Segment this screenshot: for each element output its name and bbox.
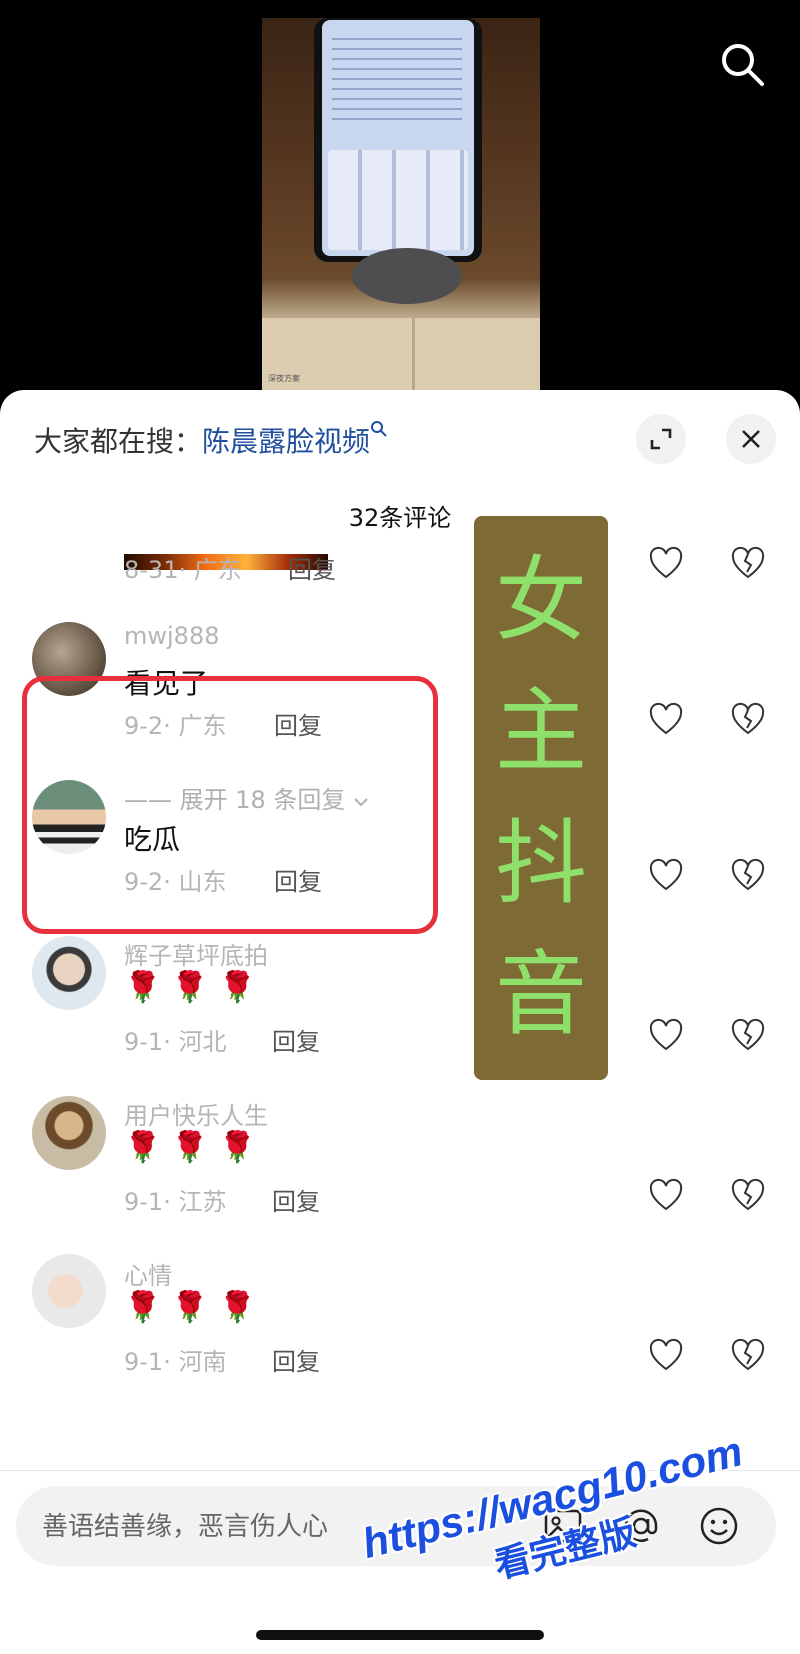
expand-button[interactable] — [636, 414, 686, 464]
comment-meta: 9-1· 江苏 — [124, 1188, 227, 1216]
video-frame: 深夜方案 — [262, 18, 540, 390]
comment-location: 广东 — [193, 556, 242, 584]
video-player[interactable]: 深夜方案 — [0, 0, 800, 400]
search-icon — [371, 421, 387, 437]
comment-location: 江苏 — [178, 1188, 227, 1216]
banner-char: 音 — [494, 940, 587, 1048]
broken-heart-icon[interactable] — [730, 858, 766, 894]
broken-heart-icon[interactable] — [730, 546, 766, 582]
phone-text-lines — [332, 30, 462, 120]
overlay-banner: 女 主 抖 音 — [474, 516, 608, 1080]
highlight-box — [22, 676, 438, 934]
trending-search[interactable]: 大家都在搜：陈晨露脸视频 — [34, 420, 388, 460]
comment-date: 9-1 — [124, 1348, 164, 1376]
broken-heart-icon[interactable] — [730, 702, 766, 738]
heart-outline-icon[interactable] — [648, 702, 684, 738]
reply-button[interactable]: 回复 — [272, 1342, 320, 1377]
comment-date: 9-1 — [124, 1028, 164, 1056]
comment-location: 河北 — [178, 1028, 227, 1056]
phone-screen — [322, 20, 474, 256]
heart-outline-icon[interactable] — [648, 858, 684, 894]
heart-outline-icon[interactable] — [648, 1338, 684, 1374]
comment-date: 9-1 — [124, 1188, 164, 1216]
banner-char: 主 — [494, 678, 587, 786]
reply-button[interactable]: 回复 — [288, 550, 336, 585]
comment-meta: 9-1· 河北 — [124, 1028, 227, 1056]
comment-count: 32条评论 — [348, 504, 452, 532]
book-shape — [262, 318, 540, 390]
avatar[interactable] — [32, 1254, 106, 1328]
phone-stand — [352, 248, 462, 304]
heart-outline-icon[interactable] — [648, 1018, 684, 1054]
video-caption: 深夜方案 — [268, 374, 300, 383]
comment-input-placeholder: 善语结善缘，恶言伤人心 — [42, 1512, 329, 1542]
home-indicator — [256, 1630, 544, 1640]
avatar[interactable] — [32, 1096, 106, 1170]
comment-text: 🌹🌹🌹 — [124, 970, 267, 1005]
banner-char: 女 — [494, 547, 587, 655]
comment-username[interactable]: mwj888 — [124, 622, 219, 650]
comment-text: 🌹🌹🌹 — [124, 1130, 267, 1165]
broken-heart-icon[interactable] — [730, 1338, 766, 1374]
comment-panel: 大家都在搜：陈晨露脸视频 32条评论 8-31· 广东 回复 mwj888 看见… — [0, 390, 800, 1654]
phone-keyboard — [328, 150, 468, 250]
comment-meta: 8-31· 广东 — [124, 556, 242, 584]
search-icon[interactable] — [718, 40, 766, 88]
close-icon — [742, 430, 760, 448]
reply-button[interactable]: 回复 — [272, 1182, 320, 1217]
broken-heart-icon[interactable] — [730, 1018, 766, 1054]
heart-outline-icon[interactable] — [648, 546, 684, 582]
comment-location: 河南 — [178, 1348, 227, 1376]
comment-text: 🌹🌹🌹 — [124, 1290, 267, 1325]
watermark: https://wacg10.com 看完整版 — [343, 1424, 789, 1654]
video-phone-shape — [314, 18, 482, 262]
expand-icon — [650, 428, 672, 450]
avatar[interactable] — [32, 936, 106, 1010]
trending-link[interactable]: 陈晨露脸视频 — [202, 425, 370, 458]
comment-username[interactable]: 辉子草坪底拍 — [124, 936, 268, 971]
comment-username[interactable]: 用户快乐人生 — [124, 1096, 268, 1131]
reply-button[interactable]: 回复 — [272, 1022, 320, 1057]
trending-prefix: 大家都在搜： — [34, 425, 203, 458]
heart-outline-icon[interactable] — [648, 1178, 684, 1214]
comment-meta: 9-1· 河南 — [124, 1348, 227, 1376]
close-button[interactable] — [726, 414, 776, 464]
banner-char: 抖 — [494, 809, 587, 917]
comment-username[interactable]: 心情 — [124, 1256, 172, 1291]
comment-date: 8-31 — [124, 556, 179, 584]
broken-heart-icon[interactable] — [730, 1178, 766, 1214]
